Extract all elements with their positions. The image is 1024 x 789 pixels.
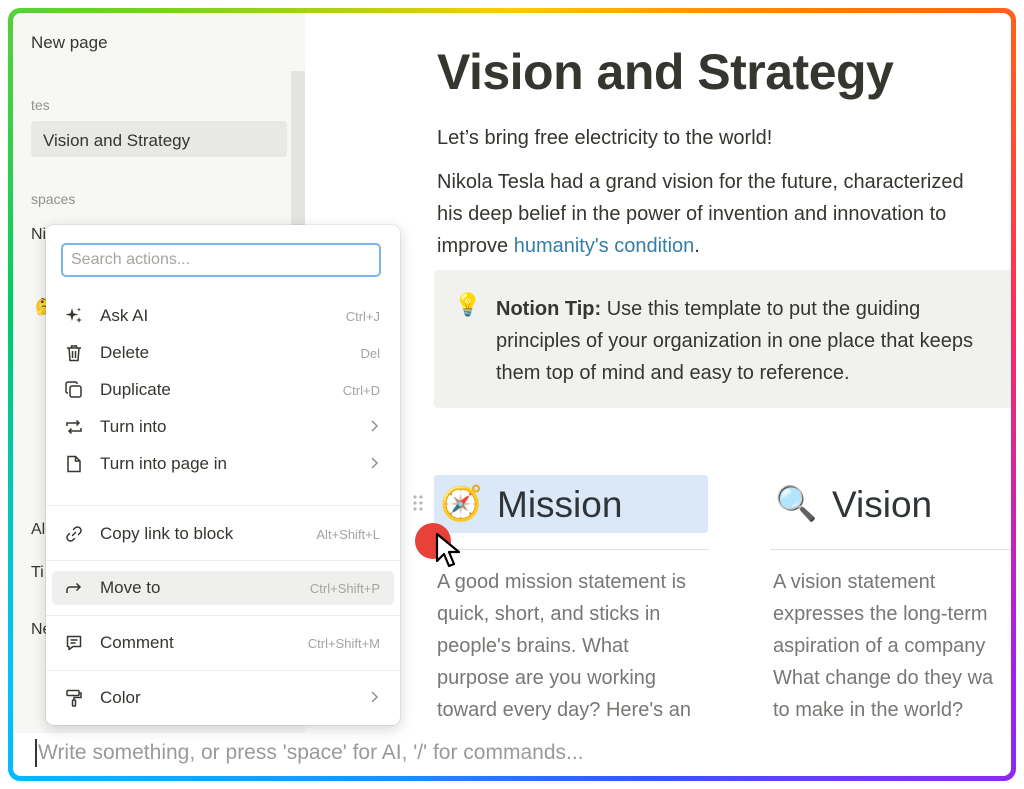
menu-separator <box>46 670 400 671</box>
menu-item-label: Delete <box>100 343 150 362</box>
compass-icon: 🧭 <box>440 485 483 523</box>
callout-text-1: Use this template to put the guiding <box>601 298 921 320</box>
mission-divider <box>437 549 709 550</box>
page-title[interactable]: Vision and Strategy <box>437 43 894 101</box>
menu-item-label: Turn into page in <box>100 454 227 473</box>
menu-item-shortcut: Ctrl+Shift+M <box>307 636 380 651</box>
menu-item-ask-ai[interactable]: Ask AI Ctrl+J <box>52 299 394 333</box>
page-icon <box>67 455 81 473</box>
block-actions-menu: Ask AI Ctrl+J Delete Del Duplicate Ctrl+… <box>46 225 400 725</box>
menu-item-shortcut: Ctrl+Shift+P <box>309 581 380 596</box>
menu-item-duplicate[interactable]: Duplicate Ctrl+D <box>52 373 394 407</box>
vision-divider <box>770 549 1011 550</box>
intro-line-3-prefix: improve <box>437 235 514 257</box>
menu-item-shortcut: Del <box>360 346 380 361</box>
callout-bold: Notion Tip: <box>496 298 602 320</box>
callout-line-2: principles of your organization in one p… <box>496 330 973 352</box>
sidebar-item-fragment[interactable]: Ni <box>31 226 46 244</box>
sidebar-spaces-header: spaces <box>31 191 76 207</box>
callout-line-1: Notion Tip: Use this template to put the… <box>496 298 920 321</box>
menu-item-label: Comment <box>100 633 174 652</box>
sidebar-new-page[interactable]: New page <box>31 33 108 53</box>
menu-item-color[interactable]: Color <box>52 681 394 715</box>
intro-line-3-suffix: . <box>694 235 700 257</box>
mission-heading[interactable]: Mission <box>497 484 622 526</box>
comment-icon <box>66 635 82 651</box>
vision-text[interactable]: A vision statement expresses the long-te… <box>773 566 993 726</box>
tagline[interactable]: Let’s bring free electricity to the worl… <box>437 127 772 150</box>
chevron-right-icon <box>371 457 379 469</box>
lightbulb-icon: 💡 <box>454 292 482 317</box>
sidebar-favorites-header: tes <box>31 97 50 113</box>
paint-roller-icon <box>66 689 82 707</box>
menu-item-copy-link[interactable]: Copy link to block Alt+Shift+L <box>52 517 394 551</box>
menu-item-delete[interactable]: Delete Del <box>52 336 394 370</box>
app-window: New page tes Vision and Strategy spaces … <box>13 13 1011 776</box>
text-caret <box>35 739 37 767</box>
sparkle-icon <box>65 307 82 323</box>
menu-separator <box>46 560 400 561</box>
vision-heading[interactable]: Vision <box>832 484 932 526</box>
menu-separator <box>46 505 400 506</box>
menu-item-label: Ask AI <box>100 306 149 325</box>
chevron-right-icon <box>371 691 379 703</box>
menu-item-label: Turn into <box>100 417 167 436</box>
humanity-link[interactable]: humanity's condition <box>514 235 695 257</box>
menu-item-label: Duplicate <box>100 380 171 399</box>
menu-item-turn-into[interactable]: Turn into <box>52 410 394 444</box>
menu-item-shortcut: Ctrl+J <box>345 309 380 324</box>
menu-item-move-to[interactable]: Move to Ctrl+Shift+P <box>52 571 394 605</box>
menu-item-label: Color <box>100 688 141 707</box>
menu-item-label: Copy link to block <box>100 524 234 543</box>
callout-line-3: them top of mind and easy to reference. <box>496 362 850 384</box>
drag-handle-icon[interactable] <box>412 494 424 512</box>
sidebar-item-fragment[interactable]: Ti <box>31 564 44 582</box>
move-arrow-icon <box>66 582 82 593</box>
magnifier-icon: 🔍 <box>775 485 818 523</box>
menu-item-shortcut: Ctrl+D <box>342 383 380 398</box>
menu-separator <box>46 615 400 616</box>
search-actions-input[interactable] <box>61 243 381 277</box>
trash-icon <box>67 345 81 362</box>
duplicate-icon <box>65 381 82 398</box>
sidebar-item-fragment[interactable]: Al <box>31 521 45 539</box>
intro-line-1[interactable]: Nikola Tesla had a grand vision for the … <box>437 171 964 194</box>
bottom-placeholder[interactable]: Write something, or press 'space' for AI… <box>38 741 584 765</box>
menu-item-label: Move to <box>100 578 161 597</box>
mouse-cursor-icon <box>435 532 461 568</box>
chevron-right-icon <box>371 420 379 432</box>
turn-into-icon <box>66 419 82 435</box>
notion-tip-callout[interactable]: 💡 Notion Tip: Use this template to put t… <box>434 270 1011 408</box>
link-icon <box>66 526 82 542</box>
sidebar-item-label: Vision and Strategy <box>43 131 191 150</box>
menu-item-turn-into-page-in[interactable]: Turn into page in <box>52 447 394 481</box>
intro-line-2[interactable]: his deep belief in the power of inventio… <box>437 203 946 226</box>
mission-text[interactable]: A good mission statement is quick, short… <box>437 566 691 726</box>
menu-item-comment[interactable]: Comment Ctrl+Shift+M <box>52 626 394 660</box>
menu-item-shortcut: Alt+Shift+L <box>316 527 380 542</box>
intro-line-3[interactable]: improve humanity's condition. <box>437 235 700 258</box>
